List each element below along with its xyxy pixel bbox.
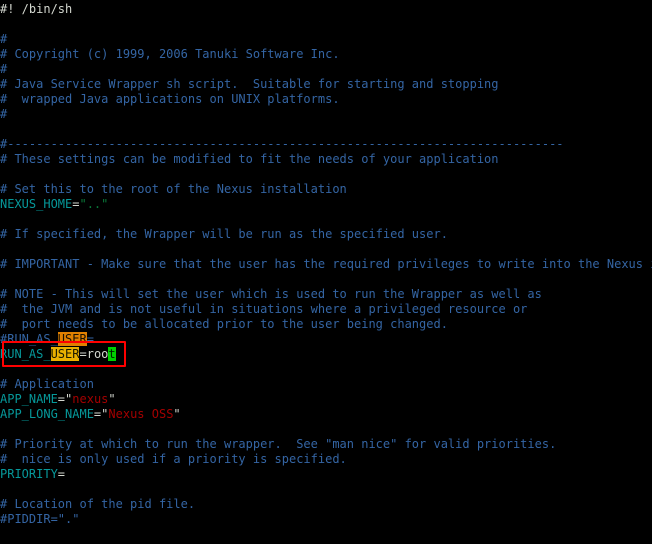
- code-token: #: [0, 32, 8, 46]
- code-line[interactable]: NEXUS_HOME="..": [0, 197, 652, 212]
- code-token: APP_NAME: [0, 392, 58, 406]
- code-line[interactable]: # Priority at which to run the wrapper. …: [0, 437, 652, 452]
- code-token: #: [0, 107, 8, 121]
- code-line[interactable]: # These settings can be modified to fit …: [0, 152, 652, 167]
- code-line[interactable]: [0, 422, 652, 437]
- code-token: =: [79, 347, 87, 361]
- code-line[interactable]: #: [0, 107, 652, 122]
- code-line[interactable]: APP_NAME="nexus": [0, 392, 652, 407]
- code-line[interactable]: # If specified, the Wrapper will be run …: [0, 227, 652, 242]
- code-token: # Priority at which to run the wrapper. …: [0, 437, 557, 451]
- code-token: #PIDDIR=".": [0, 512, 80, 526]
- code-line[interactable]: # Application: [0, 377, 652, 392]
- code-line[interactable]: # Java Service Wrapper sh script. Suitab…: [0, 77, 652, 92]
- code-token: #: [0, 62, 8, 76]
- code-token: =: [86, 332, 94, 346]
- code-line[interactable]: [0, 362, 652, 377]
- text-cursor: t: [108, 347, 116, 361]
- code-line[interactable]: # Set this to the root of the Nexus inst…: [0, 182, 652, 197]
- code-token: ": [108, 392, 116, 406]
- script-source-code[interactable]: #! /bin/sh # # Copyright (c) 1999, 2006 T…: [0, 2, 652, 544]
- code-token: # Java Service Wrapper sh script. Suitab…: [0, 77, 499, 91]
- code-line[interactable]: #RUN_AS_USER=: [0, 332, 652, 347]
- code-token: # wrapped Java applications on UNIX plat…: [0, 92, 340, 106]
- code-token: # Copyright (c) 1999, 2006 Tanuki Softwa…: [0, 47, 340, 61]
- code-line[interactable]: [0, 272, 652, 287]
- search-match-highlight: USER: [57, 332, 87, 346]
- code-token: #---------------------------------------…: [0, 137, 564, 151]
- code-token: roo: [86, 347, 109, 361]
- search-match-highlight: USER: [50, 347, 80, 361]
- code-line[interactable]: [0, 17, 652, 32]
- code-token: #! /bin/sh: [0, 2, 73, 16]
- code-line[interactable]: # wrapped Java applications on UNIX plat…: [0, 92, 652, 107]
- code-line[interactable]: [0, 212, 652, 227]
- code-line[interactable]: #: [0, 32, 652, 47]
- code-token: # These settings can be modified to fit …: [0, 152, 499, 166]
- code-line[interactable]: [0, 242, 652, 257]
- code-token: NEXUS_HOME: [0, 197, 73, 211]
- code-token: APP_LONG_NAME: [0, 407, 94, 421]
- code-line[interactable]: RUN_AS_USER=root: [0, 347, 652, 362]
- code-line[interactable]: # the JVM and is not useful in situation…: [0, 302, 652, 317]
- code-line[interactable]: # Copyright (c) 1999, 2006 Tanuki Softwa…: [0, 47, 652, 62]
- code-line[interactable]: #PIDDIR=".": [0, 512, 652, 527]
- code-token: # the JVM and is not useful in situation…: [0, 302, 528, 316]
- code-token: "..": [79, 197, 109, 211]
- code-line[interactable]: # IMPORTANT - Make sure that the user ha…: [0, 257, 652, 272]
- code-token: RUN_AS_: [0, 347, 51, 361]
- code-token: =: [57, 392, 66, 406]
- code-token: PRIORITY: [0, 467, 58, 481]
- code-token: ": [173, 407, 181, 421]
- code-token: # Application: [0, 377, 94, 391]
- code-token: # port needs to be allocated prior to th…: [0, 317, 448, 331]
- code-token: # If specified, the Wrapper will be run …: [0, 227, 448, 241]
- code-token: =: [57, 467, 66, 481]
- code-line[interactable]: PRIORITY=: [0, 467, 652, 482]
- code-line[interactable]: # nice is only used if a priority is spe…: [0, 452, 652, 467]
- code-line[interactable]: [0, 482, 652, 497]
- code-line[interactable]: [0, 167, 652, 182]
- code-token: nexus: [72, 392, 109, 406]
- code-token: Nexus OSS: [108, 407, 174, 421]
- code-token: # Set this to the root of the Nexus inst…: [0, 182, 347, 196]
- code-token: # NOTE - This will set the user which is…: [0, 287, 542, 301]
- code-line[interactable]: APP_LONG_NAME="Nexus OSS": [0, 407, 652, 422]
- code-line[interactable]: [0, 527, 652, 542]
- code-line[interactable]: # NOTE - This will set the user which is…: [0, 287, 652, 302]
- terminal-editor-window[interactable]: #! /bin/sh # # Copyright (c) 1999, 2006 T…: [0, 0, 652, 544]
- code-line[interactable]: #: [0, 62, 652, 77]
- code-line[interactable]: # port needs to be allocated prior to th…: [0, 317, 652, 332]
- code-line[interactable]: #---------------------------------------…: [0, 137, 652, 152]
- code-line[interactable]: #! /bin/sh: [0, 2, 652, 17]
- code-token: #RUN_AS_: [0, 332, 58, 346]
- code-line[interactable]: # Location of the pid file.: [0, 497, 652, 512]
- code-line[interactable]: [0, 122, 652, 137]
- code-token: # Location of the pid file.: [0, 497, 196, 511]
- code-token: # nice is only used if a priority is spe…: [0, 452, 347, 466]
- code-token: # IMPORTANT - Make sure that the user ha…: [0, 257, 652, 271]
